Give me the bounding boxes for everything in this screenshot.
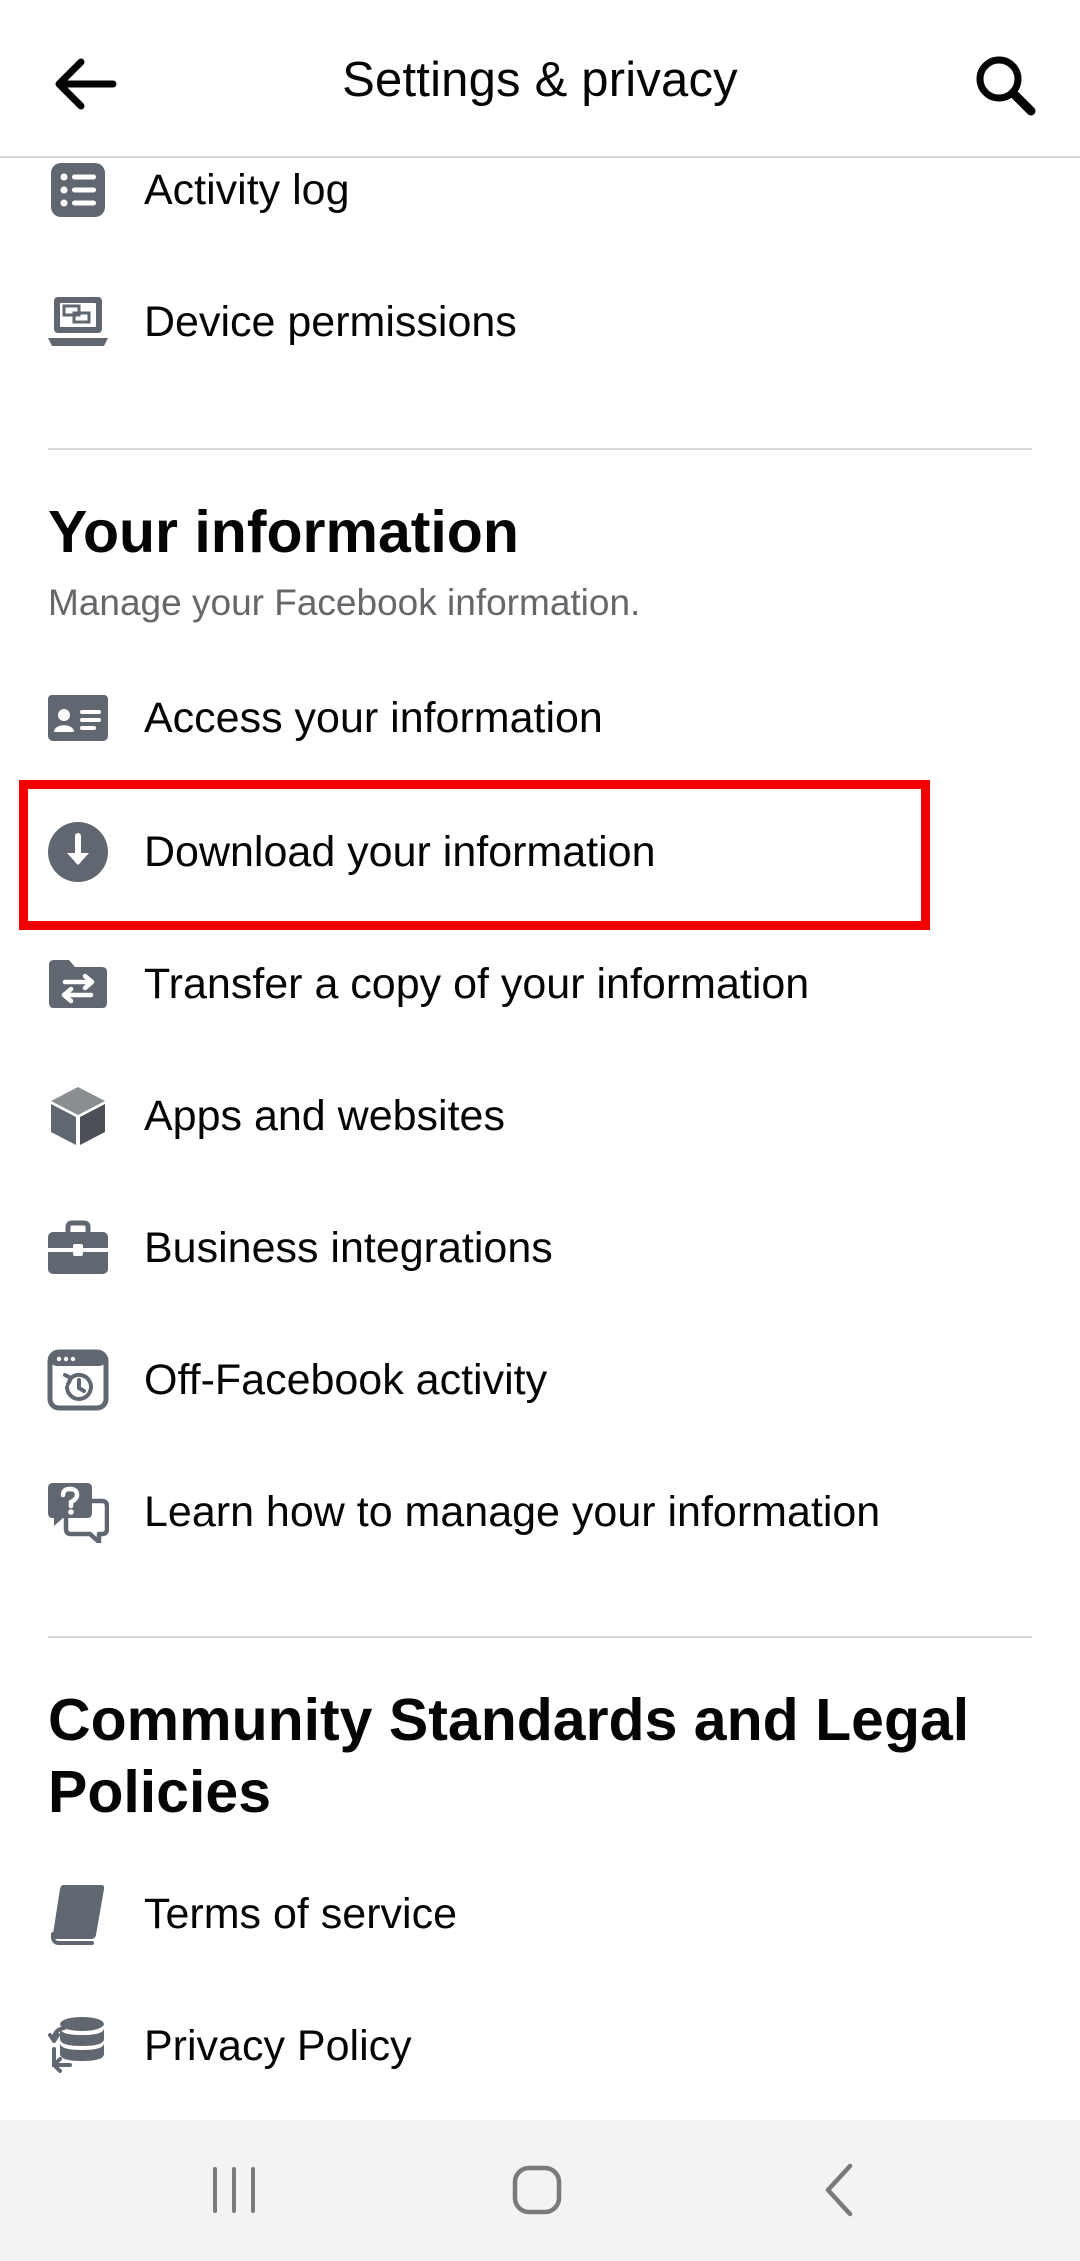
menu-item-label: Apps and websites [144, 1091, 505, 1140]
section-divider [48, 1636, 1032, 1638]
menu-item-off-facebook-activity[interactable]: Off-Facebook activity [0, 1320, 1080, 1440]
search-button[interactable] [960, 40, 1050, 130]
database-sync-icon [46, 2014, 110, 2078]
menu-item-access-your-information[interactable]: Access your information [0, 658, 1080, 778]
menu-item-label: Learn how to manage your information [144, 1487, 881, 1536]
recents-button[interactable] [164, 2140, 304, 2240]
section-divider [48, 448, 1032, 450]
menu-item-label: Activity log [144, 165, 350, 214]
menu-item-label: Transfer a copy of your information [144, 959, 810, 1008]
system-navigation-bar [0, 2120, 1080, 2261]
book-icon [46, 1882, 110, 1946]
menu-item-device-permissions[interactable]: Device permissions [0, 262, 1080, 382]
recents-icon [213, 2167, 255, 2213]
system-back-button[interactable] [770, 2140, 910, 2240]
section-title-line: Policies [48, 1759, 272, 1825]
menu-item-label: Business integrations [144, 1223, 553, 1272]
section-subtitle: Manage your Facebook information. [48, 582, 641, 623]
id-card-icon [46, 686, 110, 750]
menu-item-label: Access your information [144, 693, 603, 742]
menu-item-label: Terms of service [144, 1889, 458, 1938]
highlight-box [19, 780, 930, 930]
help-chat-icon [46, 1480, 110, 1544]
laptop-icon [46, 290, 110, 354]
back-chevron-icon [825, 2163, 853, 2217]
menu-item-apps-and-websites[interactable]: Apps and websites [0, 1056, 1080, 1176]
page-title: Settings & privacy [342, 53, 738, 107]
briefcase-icon [46, 1216, 110, 1280]
menu-item-privacy-policy[interactable]: Privacy Policy [0, 1986, 1080, 2106]
list-icon [46, 158, 110, 222]
section-title-line: Community Standards and Legal [48, 1687, 970, 1753]
menu-item-business-integrations[interactable]: Business integrations [0, 1188, 1080, 1308]
menu-item-label: Privacy Policy [144, 2021, 412, 2070]
section-title-community-standards: Community Standards and Legal Policies [48, 1684, 969, 1828]
menu-item-transfer-copy[interactable]: Transfer a copy of your information [0, 924, 1080, 1044]
settings-privacy-screen: Settings & privacy Activity log Device p… [0, 0, 1080, 2261]
history-window-icon [46, 1348, 110, 1412]
menu-item-label: Device permissions [144, 297, 517, 346]
folder-transfer-icon [46, 952, 110, 1016]
menu-item-activity-log[interactable]: Activity log [0, 130, 1080, 250]
cube-icon [46, 1084, 110, 1148]
menu-item-learn-manage-information[interactable]: Learn how to manage your information [0, 1452, 1080, 1572]
menu-item-label: Off-Facebook activity [144, 1355, 548, 1404]
home-button[interactable] [467, 2140, 607, 2240]
section-title-your-information: Your information [48, 499, 519, 565]
search-icon [976, 56, 1036, 116]
menu-item-terms-of-service[interactable]: Terms of service [0, 1854, 1080, 1974]
home-icon [512, 2165, 562, 2215]
